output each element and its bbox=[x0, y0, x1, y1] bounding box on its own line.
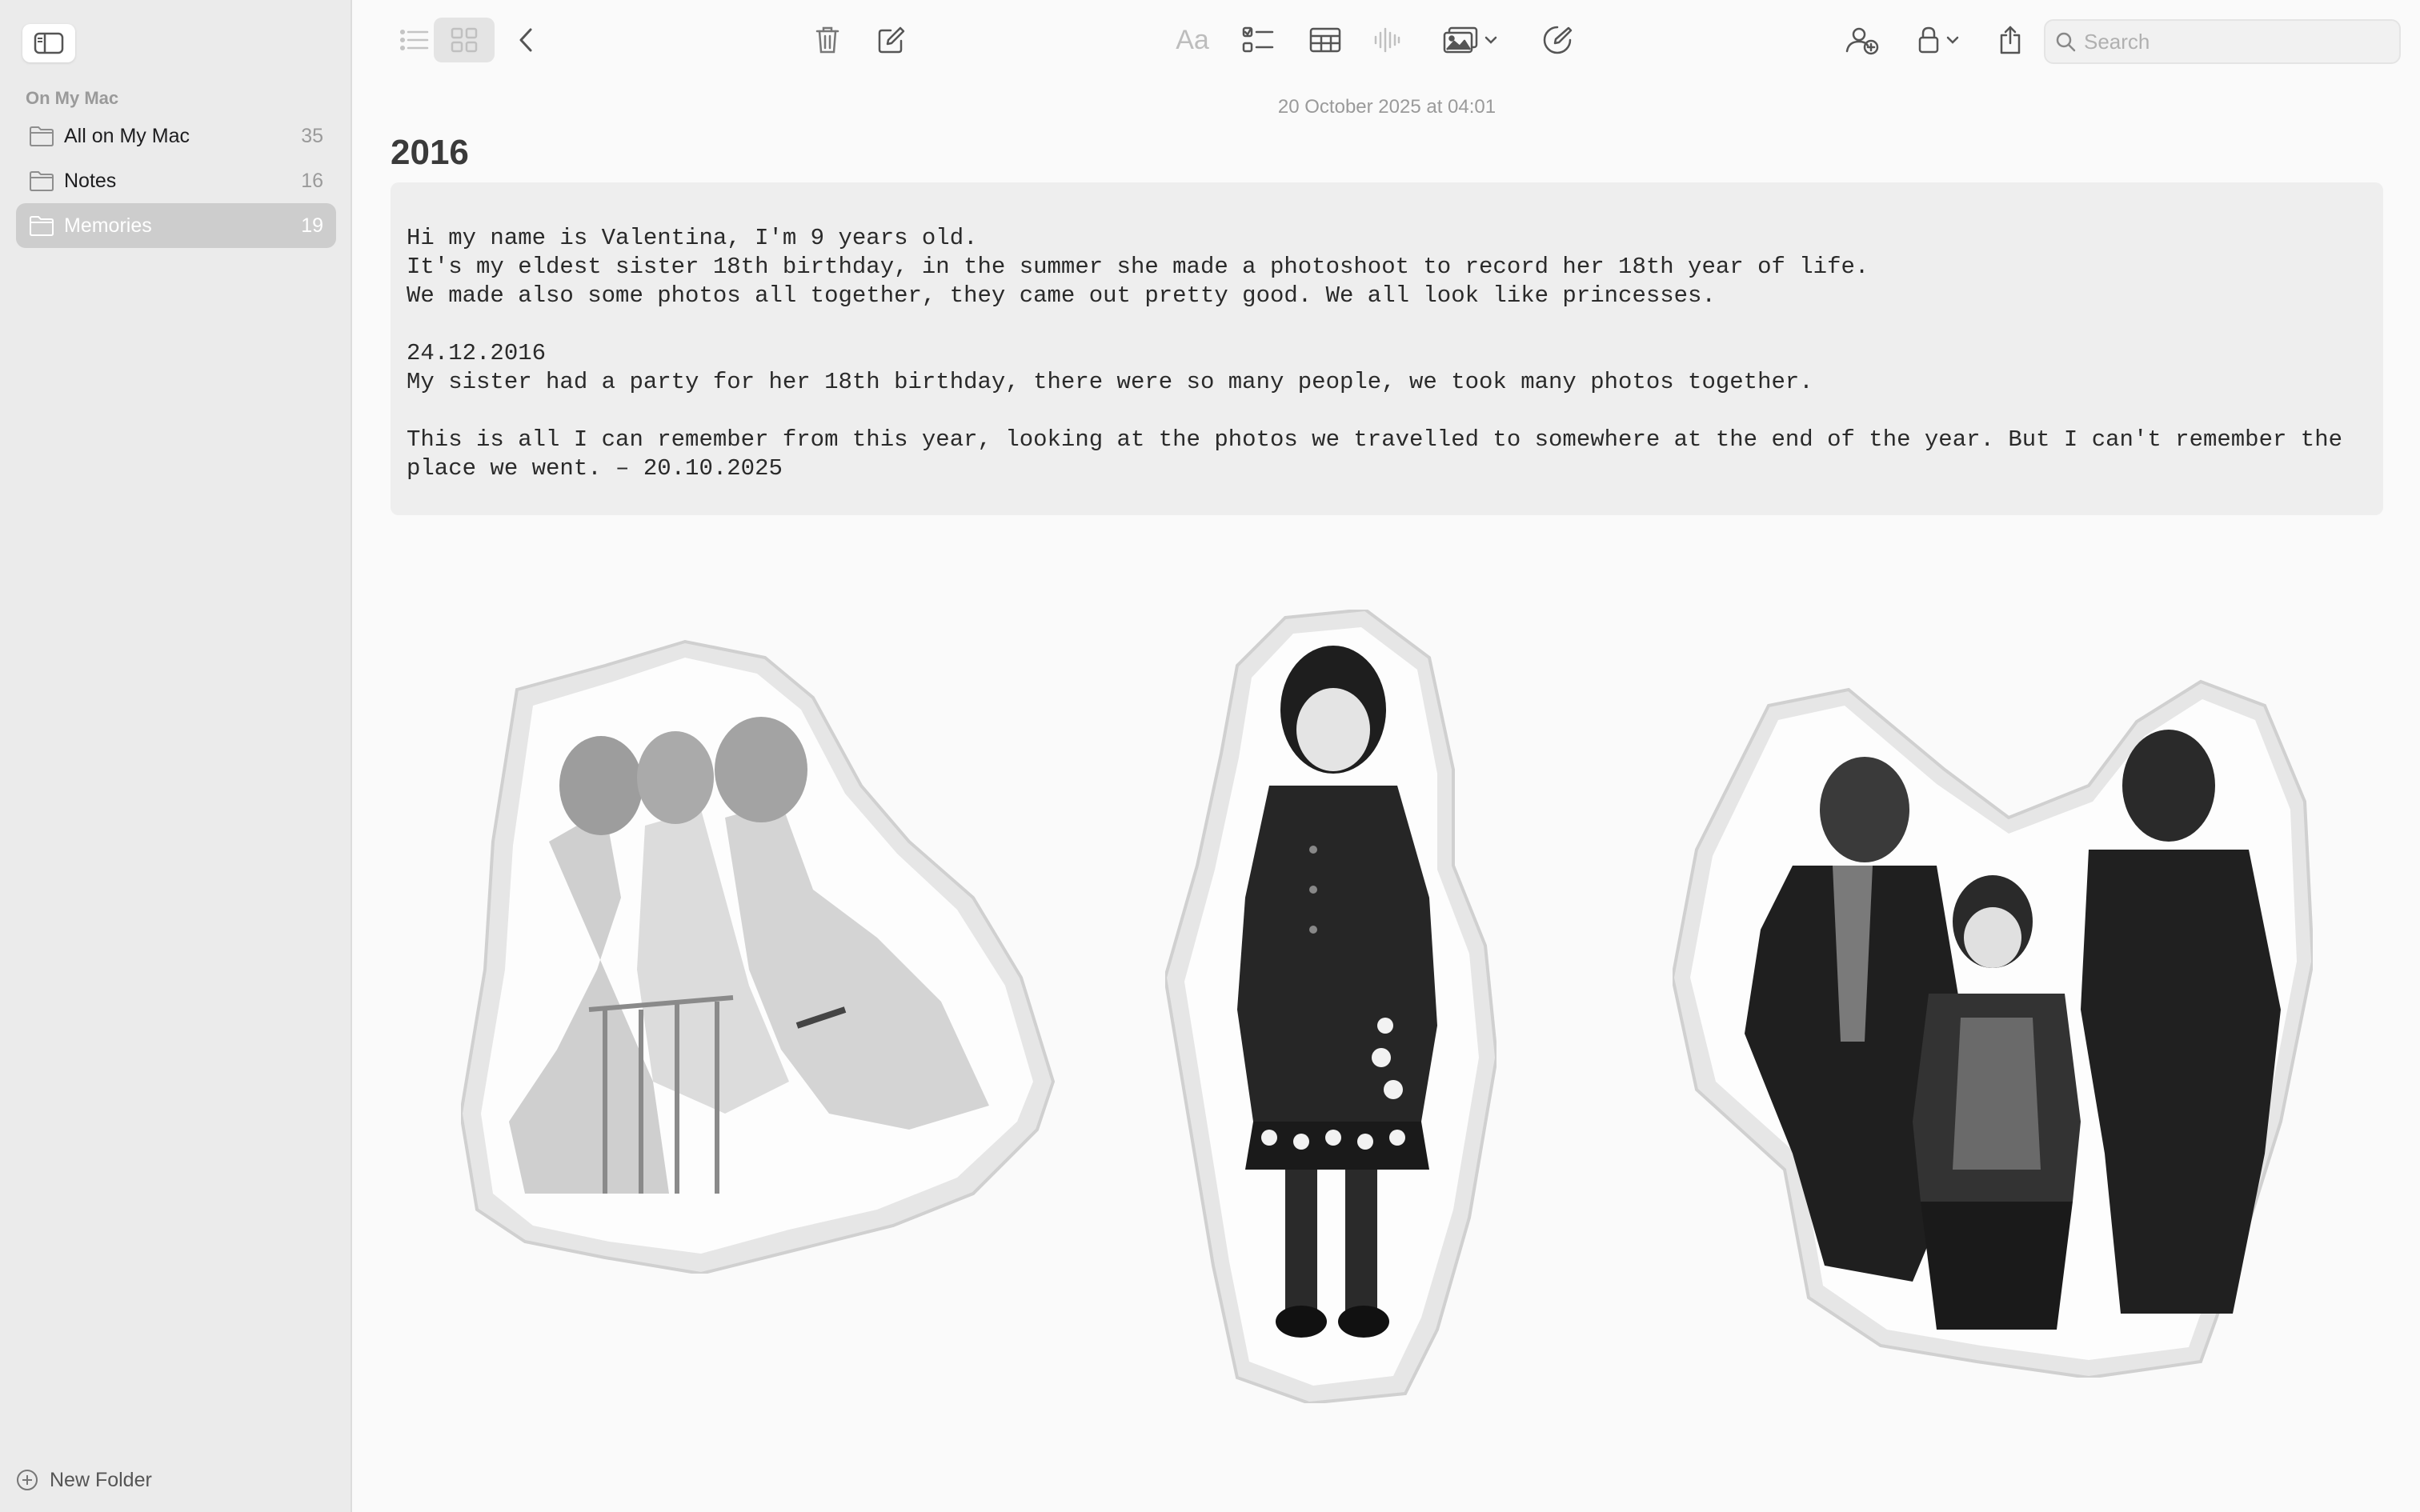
toolbar: Aa bbox=[354, 0, 2420, 83]
folder-memories[interactable]: Memories 19 bbox=[16, 203, 336, 248]
new-folder-label: New Folder bbox=[50, 1468, 152, 1491]
pencil-tip-icon bbox=[1543, 26, 1573, 54]
compose-icon bbox=[878, 26, 905, 54]
search-field[interactable] bbox=[2044, 19, 2401, 64]
girl-in-black-coat-photo bbox=[1165, 610, 1496, 1403]
table-button[interactable] bbox=[1301, 18, 1349, 62]
list-view-button[interactable] bbox=[389, 18, 440, 62]
folder-icon bbox=[30, 216, 54, 236]
folder-count: 19 bbox=[301, 214, 323, 237]
chevron-down-icon bbox=[1946, 36, 1959, 44]
folder-name: Memories bbox=[64, 214, 152, 237]
folder-notes[interactable]: Notes 16 bbox=[16, 158, 336, 203]
search-input[interactable] bbox=[2084, 29, 2388, 54]
photo-girl-in-coat[interactable] bbox=[1165, 610, 1496, 1403]
grid-icon bbox=[451, 27, 478, 53]
section-title-on-my-mac: On My Mac bbox=[26, 88, 119, 108]
lock-icon bbox=[1918, 26, 1939, 54]
plus-circle-icon bbox=[17, 1470, 38, 1490]
collaborate-button[interactable] bbox=[1839, 18, 1885, 62]
folder-name: All on My Mac bbox=[64, 124, 190, 147]
sidebar: On My Mac All on My Mac 35 Notes 16 Memo… bbox=[0, 0, 352, 1512]
photo-icon bbox=[1443, 26, 1478, 54]
collaborate-icon bbox=[1845, 27, 1879, 55]
checklist-button[interactable] bbox=[1234, 18, 1282, 62]
share-button[interactable] bbox=[1988, 18, 2033, 62]
notes-app-window: On My Mac All on My Mac 35 Notes 16 Memo… bbox=[0, 0, 2420, 1512]
delete-button[interactable] bbox=[805, 18, 850, 62]
three-girls-in-dresses-photo bbox=[461, 639, 1056, 1274]
folder-count: 16 bbox=[301, 169, 323, 192]
checklist-icon bbox=[1242, 26, 1274, 53]
chevron-down-icon bbox=[1484, 36, 1497, 44]
share-icon bbox=[2000, 26, 2021, 54]
sidebar-toggle-button[interactable] bbox=[22, 24, 75, 62]
photo-family-winter[interactable] bbox=[1673, 674, 2313, 1378]
back-button[interactable] bbox=[506, 18, 546, 62]
trash-icon bbox=[815, 26, 839, 54]
list-view-icon bbox=[399, 29, 429, 51]
lock-button[interactable] bbox=[1908, 18, 1969, 62]
new-note-button[interactable] bbox=[869, 18, 914, 62]
folder-icon bbox=[30, 171, 54, 191]
folder-name: Notes bbox=[64, 169, 117, 192]
chevron-left-icon bbox=[519, 28, 532, 52]
format-button[interactable]: Aa bbox=[1168, 18, 1216, 62]
note-date: 20 October 2025 at 04:01 bbox=[1277, 96, 1496, 118]
table-icon bbox=[1309, 27, 1341, 53]
gallery-view-button[interactable] bbox=[434, 18, 495, 62]
sidebar-icon bbox=[34, 32, 64, 54]
family-in-winter-coats-photo bbox=[1673, 679, 2313, 1378]
folder-all-on-my-mac[interactable]: All on My Mac 35 bbox=[16, 114, 336, 158]
audio-button[interactable] bbox=[1367, 18, 1407, 62]
new-folder-button[interactable]: New Folder bbox=[16, 1462, 152, 1498]
waveform-icon bbox=[1374, 27, 1400, 53]
media-button[interactable] bbox=[1436, 18, 1504, 62]
folder-icon bbox=[30, 126, 54, 146]
photo-three-girls[interactable] bbox=[461, 634, 1063, 1274]
note-body-block[interactable]: Hi my name is Valentina, I'm 9 years old… bbox=[391, 182, 2383, 515]
folder-count: 35 bbox=[301, 124, 323, 147]
search-icon bbox=[2056, 32, 2076, 52]
markup-button[interactable] bbox=[1535, 18, 1580, 62]
note-title[interactable]: 2016 bbox=[391, 133, 469, 173]
